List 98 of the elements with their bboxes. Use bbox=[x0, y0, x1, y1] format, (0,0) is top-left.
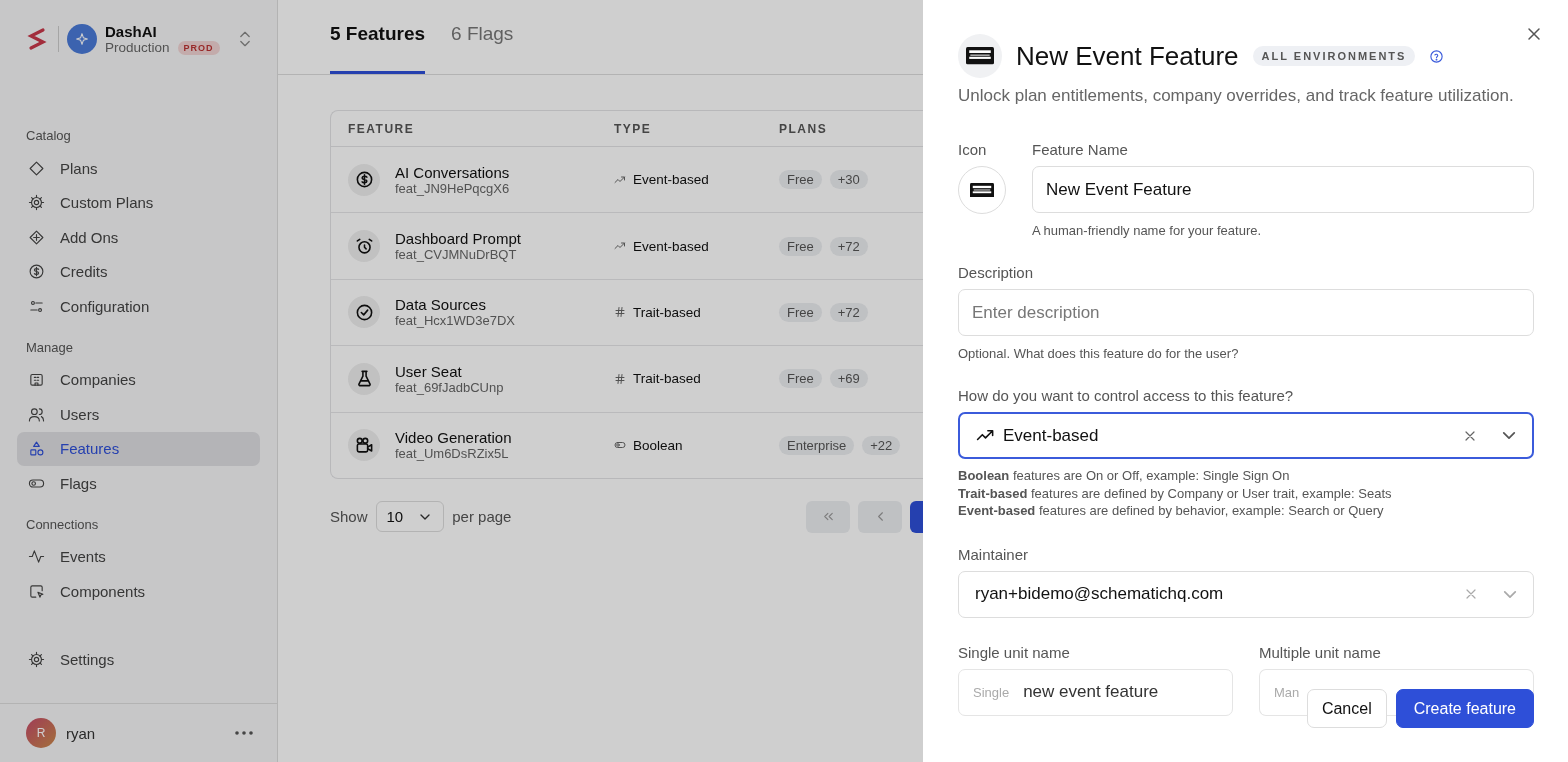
nav-item[interactable]: Flags bbox=[17, 466, 260, 501]
check-circle-icon bbox=[354, 302, 374, 322]
per-page-label: per page bbox=[452, 508, 512, 526]
nav-item[interactable]: Configuration bbox=[17, 289, 260, 324]
nav-item[interactable]: Settings bbox=[17, 642, 260, 677]
single-unit-field[interactable]: Single new event feature bbox=[958, 668, 1233, 716]
user-name: ryan bbox=[66, 724, 97, 742]
plan-tag: +30 bbox=[829, 170, 868, 190]
hash-icon bbox=[614, 372, 626, 385]
hash-icon bbox=[614, 306, 626, 319]
nav-item[interactable]: Companies bbox=[17, 362, 260, 397]
tab[interactable]: 6 Flags bbox=[451, 23, 514, 74]
sparkle-icon bbox=[74, 31, 90, 47]
dollar-circle-icon bbox=[28, 263, 45, 281]
feature-name[interactable]: User Seat bbox=[395, 362, 504, 380]
chevron-down-icon bbox=[1503, 590, 1517, 598]
plus-diamond-icon bbox=[28, 228, 45, 246]
nav-item[interactable]: Add Ons bbox=[17, 220, 260, 255]
alarm-clock-icon bbox=[354, 236, 374, 256]
column-header: PLANS bbox=[779, 121, 829, 136]
environment-badge: ALL ENVIRONMENTS bbox=[1252, 46, 1416, 66]
gear-icon bbox=[28, 651, 45, 669]
building-icon bbox=[28, 371, 45, 389]
help-text: Event-based features are defined by behavior, example: Search or Query bbox=[958, 502, 1385, 520]
feature-type: Trait-based bbox=[633, 371, 701, 387]
plan-tag: Free bbox=[779, 369, 822, 389]
org-name: DashAI bbox=[105, 23, 158, 40]
nav-item[interactable]: Credits bbox=[17, 254, 260, 289]
plan-tag: +72 bbox=[829, 236, 868, 256]
description-input[interactable]: Enter description bbox=[958, 289, 1534, 336]
column-header: FEATURE bbox=[348, 121, 416, 136]
feature-id: feat_69fJadbCUnp bbox=[395, 379, 504, 395]
help-text: Boolean features are On or Off, example: Single Sign On bbox=[958, 467, 1291, 485]
video-camera-icon bbox=[354, 435, 374, 455]
environment-badge: PROD bbox=[177, 40, 220, 55]
feature-name[interactable]: Video Generation bbox=[395, 429, 512, 447]
plan-tag: +22 bbox=[862, 435, 901, 455]
drawer-subtitle: Unlock plan entitlements, company overrides, and track feature utilization. bbox=[958, 86, 1515, 106]
nav-item[interactable]: Events bbox=[17, 539, 260, 574]
feature-id: feat_JN9HePqcgX6 bbox=[395, 180, 510, 196]
trend-icon bbox=[614, 173, 626, 186]
section-heading: Connections bbox=[25, 516, 100, 534]
feature-id: feat_CVJMNuDrBQT bbox=[395, 247, 518, 263]
field-label: Icon bbox=[958, 141, 988, 158]
column-header: TYPE bbox=[614, 121, 653, 136]
dollar-circle-icon bbox=[354, 170, 374, 190]
feature-name[interactable]: Dashboard Prompt bbox=[395, 230, 521, 248]
show-label: Show bbox=[330, 508, 368, 526]
feature-type: Event-based bbox=[633, 238, 709, 254]
feature-name[interactable]: Data Sources bbox=[395, 296, 515, 314]
field-label: Single unit name bbox=[958, 643, 1071, 661]
plan-tag: Free bbox=[779, 302, 822, 322]
activity-icon bbox=[28, 548, 45, 566]
tab[interactable]: 5 Features bbox=[330, 23, 426, 74]
chevron-down-icon bbox=[1502, 432, 1516, 439]
nav-item[interactable]: Plans bbox=[17, 151, 260, 186]
section-heading: Manage bbox=[25, 339, 74, 357]
card-icon bbox=[966, 47, 994, 65]
environment-name: Production bbox=[105, 40, 170, 55]
help-text: Trait-based features are defined by Company or User trait, example: Seats bbox=[958, 484, 1393, 502]
field-label: Multiple unit name bbox=[1259, 643, 1382, 661]
feature-name[interactable]: AI Conversations bbox=[395, 163, 510, 181]
plan-tag: Enterprise bbox=[779, 435, 855, 455]
diamond-icon bbox=[28, 159, 45, 177]
field-hint: A human-friendly name for your feature. bbox=[1032, 223, 1263, 238]
page-size-select[interactable]: 10 bbox=[375, 501, 445, 533]
feature-id: feat_Um6DsRZix5L bbox=[395, 446, 510, 462]
feature-type: Trait-based bbox=[633, 304, 701, 320]
logo-icon bbox=[26, 27, 48, 51]
card-icon bbox=[970, 182, 994, 198]
shapes-icon bbox=[28, 440, 45, 458]
access-type-select[interactable]: Event-based bbox=[958, 412, 1534, 459]
plan-tag: +69 bbox=[829, 369, 868, 389]
help-icon bbox=[1429, 48, 1445, 64]
field-label: Description bbox=[958, 264, 1035, 281]
field-label: Feature Name bbox=[1032, 141, 1129, 158]
drawer-title: New Event Feature bbox=[1016, 40, 1239, 72]
feature-type: Boolean bbox=[633, 437, 683, 453]
more-icon[interactable] bbox=[235, 731, 253, 735]
feature-name-input[interactable]: New Event Feature bbox=[1032, 166, 1534, 213]
nav-item[interactable]: Custom Plans bbox=[17, 185, 260, 220]
feature-id: feat_Hcx1WD3e7DX bbox=[395, 313, 515, 329]
maintainer-select[interactable]: ryan+bidemo@schematichq.com bbox=[958, 570, 1534, 618]
nav-item[interactable]: Users bbox=[17, 397, 260, 432]
section-heading: Catalog bbox=[25, 128, 72, 145]
users-icon bbox=[28, 405, 45, 423]
plan-tag: +72 bbox=[829, 302, 868, 322]
plan-tag: Free bbox=[779, 236, 822, 256]
cursor-window-icon bbox=[28, 582, 45, 600]
field-label: How do you want to control access to this feature? bbox=[958, 387, 1295, 404]
nav-item[interactable]: Features bbox=[17, 431, 260, 466]
gear-icon bbox=[28, 194, 45, 212]
feature-type: Event-based bbox=[633, 172, 709, 188]
user-avatar: R bbox=[26, 718, 56, 748]
nav-item[interactable]: Components bbox=[17, 574, 260, 609]
plan-tag: Free bbox=[779, 170, 822, 190]
field-hint: Optional. What does this feature do for the user? bbox=[958, 346, 1240, 361]
field-label: Maintainer bbox=[958, 545, 1030, 563]
